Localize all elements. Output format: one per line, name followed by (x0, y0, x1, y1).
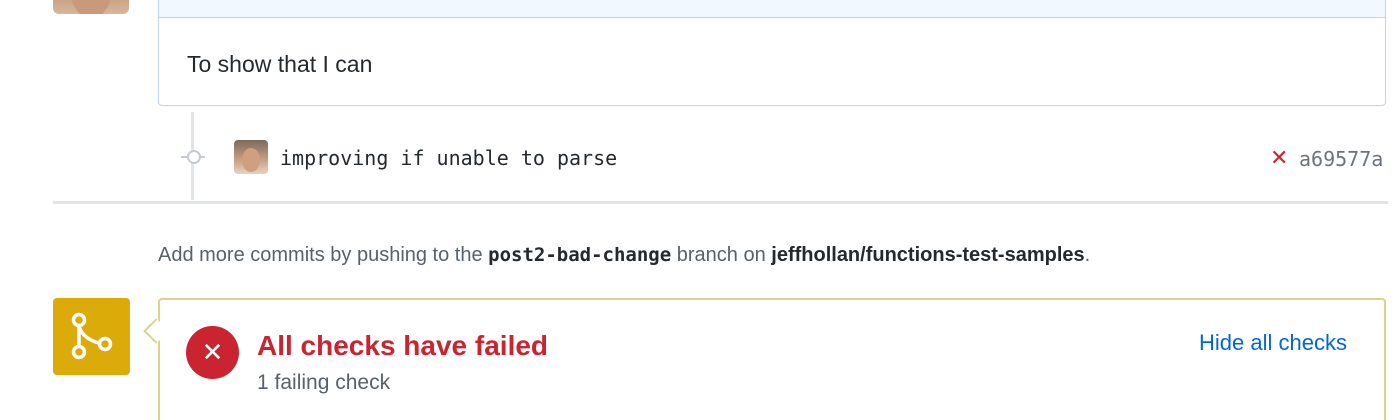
timeline-divider (53, 201, 1388, 204)
checks-title: All checks have failed (257, 330, 549, 361)
repo-name: jeffhollan/functions-test-samples (771, 244, 1085, 266)
push-hint: Add more commits by pushing to the post2… (158, 244, 1090, 267)
pull-request-timeline: To show that I can improving if unable t… (0, 0, 1400, 420)
branch-name: post2-bad-change (488, 244, 672, 266)
commit-sha-link[interactable]: a69577a (1299, 147, 1383, 171)
commit-author-avatar[interactable] (234, 140, 268, 174)
comment-body: To show that I can (187, 51, 373, 77)
author-avatar[interactable] (53, 0, 129, 14)
x-icon[interactable]: ✕ (1270, 146, 1288, 170)
git-merge-icon (71, 312, 113, 360)
commit-icon (181, 147, 205, 167)
comment-box: To show that I can (158, 0, 1386, 106)
commit-message-link[interactable]: improving if unable to parse (280, 146, 617, 170)
merge-icon (53, 298, 130, 375)
x-circle-icon: ✕ (186, 326, 239, 379)
checks-subtitle: 1 failing check (257, 371, 391, 394)
comment-header (159, 0, 1385, 18)
push-hint-prefix: Add more commits by pushing to the (158, 244, 489, 266)
push-hint-middle: branch on (671, 244, 772, 266)
hide-all-checks-link[interactable]: Hide all checks (1199, 330, 1347, 356)
push-hint-suffix: . (1084, 244, 1091, 266)
